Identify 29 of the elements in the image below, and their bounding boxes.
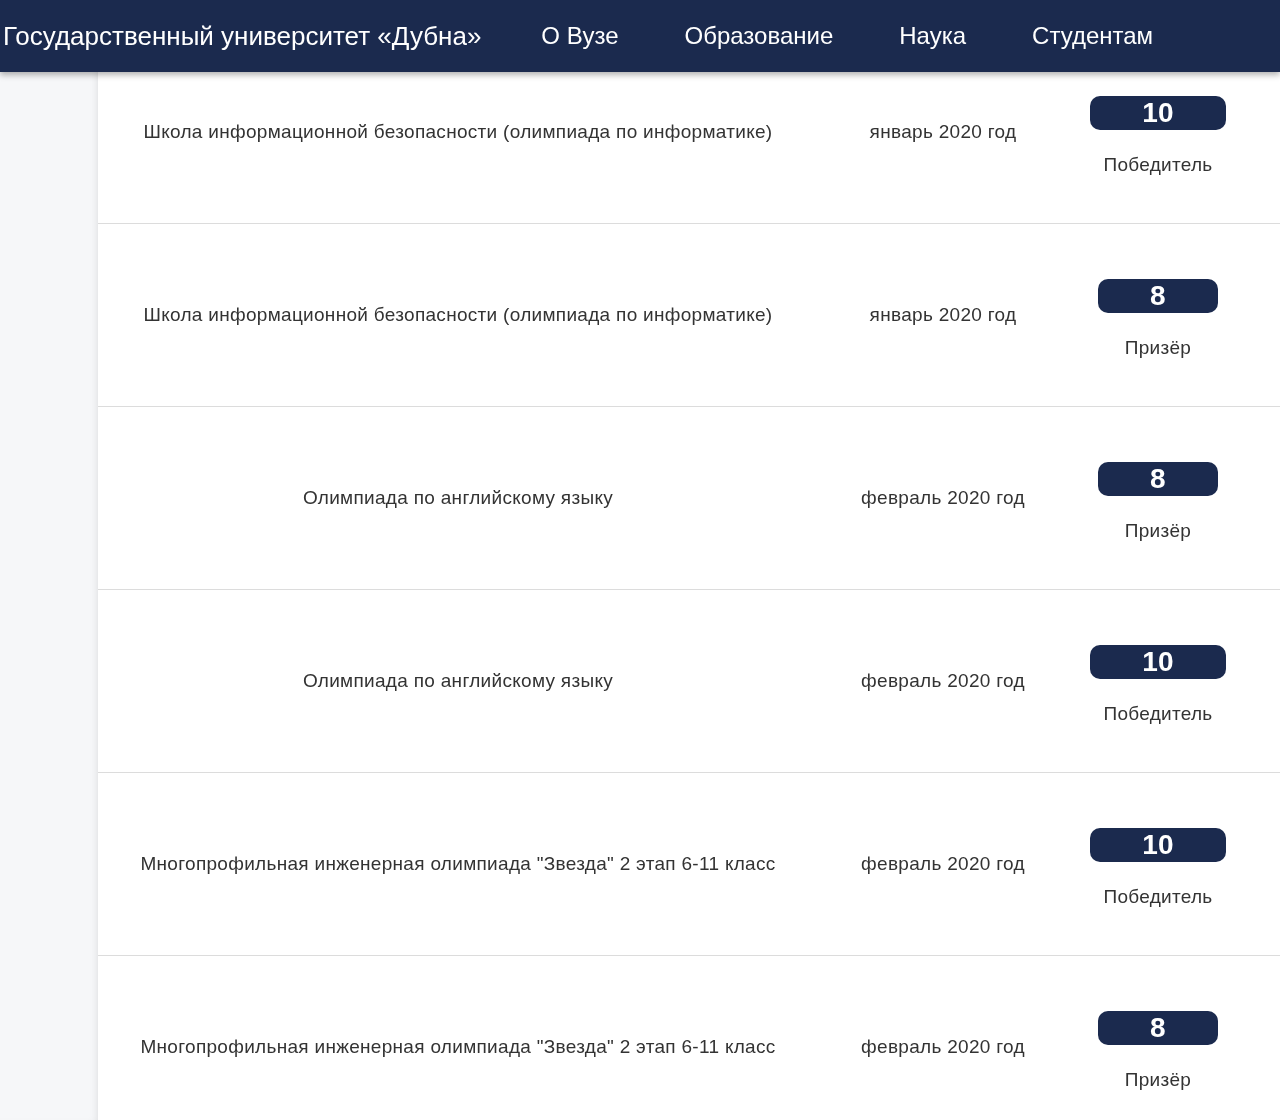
grade-badge: 10: [1090, 645, 1226, 679]
olympiad-name: Олимпиада по английскому языку: [302, 670, 614, 691]
olympiad-date: январь 2020 год: [869, 304, 1017, 325]
nav-link[interactable]: О Вузе: [541, 22, 619, 50]
grade-badge: 8: [1098, 279, 1218, 313]
olympiad-date: февраль 2020 год: [861, 670, 1025, 691]
olympiad-name: Многопрофильная инженерная олимпиада "Звезда" 2 этап 6-11 класс: [140, 1036, 776, 1057]
nav-link[interactable]: Студентам: [1032, 22, 1154, 50]
olympiad-date: февраль 2020 год: [861, 1036, 1025, 1057]
olympiad-name: Олимпиада по английскому языку: [302, 487, 614, 508]
site-title[interactable]: Государственный университет «Дубна»: [3, 20, 482, 52]
grade-badge: 10: [1090, 828, 1226, 862]
olympiad-date: февраль 2020 год: [861, 487, 1025, 508]
result-text: Победитель: [1103, 886, 1213, 908]
nav-link[interactable]: Наука: [899, 22, 967, 50]
result-text: Призёр: [1124, 337, 1192, 359]
result-text: Призёр: [1124, 1069, 1192, 1091]
olympiad-date: февраль 2020 год: [861, 853, 1025, 874]
olympiad-name: Многопрофильная инженерная олимпиада "Звезда" 2 этап 6-11 класс: [140, 853, 776, 874]
result-text: Победитель: [1103, 703, 1213, 725]
olympiad-name: Школа информационной безопасности (олимпиада по информатике): [143, 121, 773, 142]
grade-badge: 8: [1098, 1011, 1218, 1045]
nav-link[interactable]: Образование: [684, 22, 834, 50]
grade-badge: 8: [1098, 462, 1218, 496]
result-text: Победитель: [1103, 154, 1213, 176]
olympiad-date: январь 2020 год: [869, 121, 1017, 142]
olympiad-name: Школа информационной безопасности (олимпиада по информатике): [143, 304, 773, 325]
grade-badge: 10: [1090, 96, 1226, 130]
result-text: Призёр: [1124, 520, 1192, 542]
